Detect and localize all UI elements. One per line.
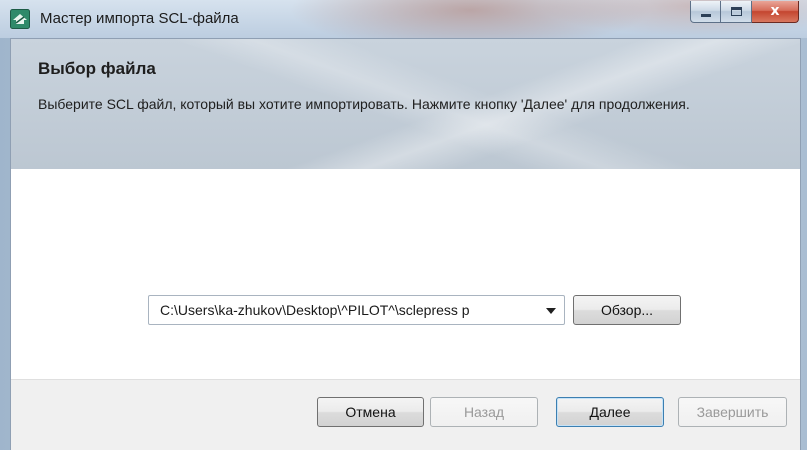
file-path-value[interactable]: C:\Users\ka-zhukov\Desktop\^PILOT^\sclep… — [160, 302, 530, 318]
browse-button[interactable]: Обзор... — [573, 295, 681, 325]
title-bar[interactable]: Мастер импорта SCL-файла x — [0, 0, 807, 38]
back-button[interactable]: Назад — [430, 397, 538, 427]
next-button[interactable]: Далее — [556, 397, 664, 427]
close-icon: x — [770, 3, 780, 19]
maximize-button[interactable] — [721, 1, 752, 23]
wizard-footer: Отмена Назад Далее Завершить — [11, 379, 800, 450]
maximize-icon — [731, 7, 742, 16]
minimize-button[interactable] — [690, 1, 721, 23]
minimize-icon — [701, 14, 711, 17]
window-title: Мастер импорта SCL-файла — [40, 10, 239, 27]
wizard-app-icon — [10, 9, 30, 29]
caption-buttons: x — [690, 1, 799, 23]
wizard-client-area: Выбор файла Выберите SCL файл, который в… — [10, 38, 801, 450]
close-button[interactable]: x — [752, 1, 799, 23]
page-title: Выбор файла — [38, 59, 156, 78]
file-path-combobox[interactable]: C:\Users\ka-zhukov\Desktop\^PILOT^\sclep… — [148, 295, 565, 325]
wizard-header: Выбор файла Выберите SCL файл, который в… — [11, 39, 800, 169]
cancel-button[interactable]: Отмена — [317, 397, 424, 427]
wizard-window: Мастер импорта SCL-файла x Выбор файла В… — [0, 0, 807, 450]
chevron-down-icon[interactable] — [546, 308, 556, 314]
finish-button[interactable]: Завершить — [678, 397, 787, 427]
page-description: Выберите SCL файл, который вы хотите имп… — [38, 96, 690, 112]
